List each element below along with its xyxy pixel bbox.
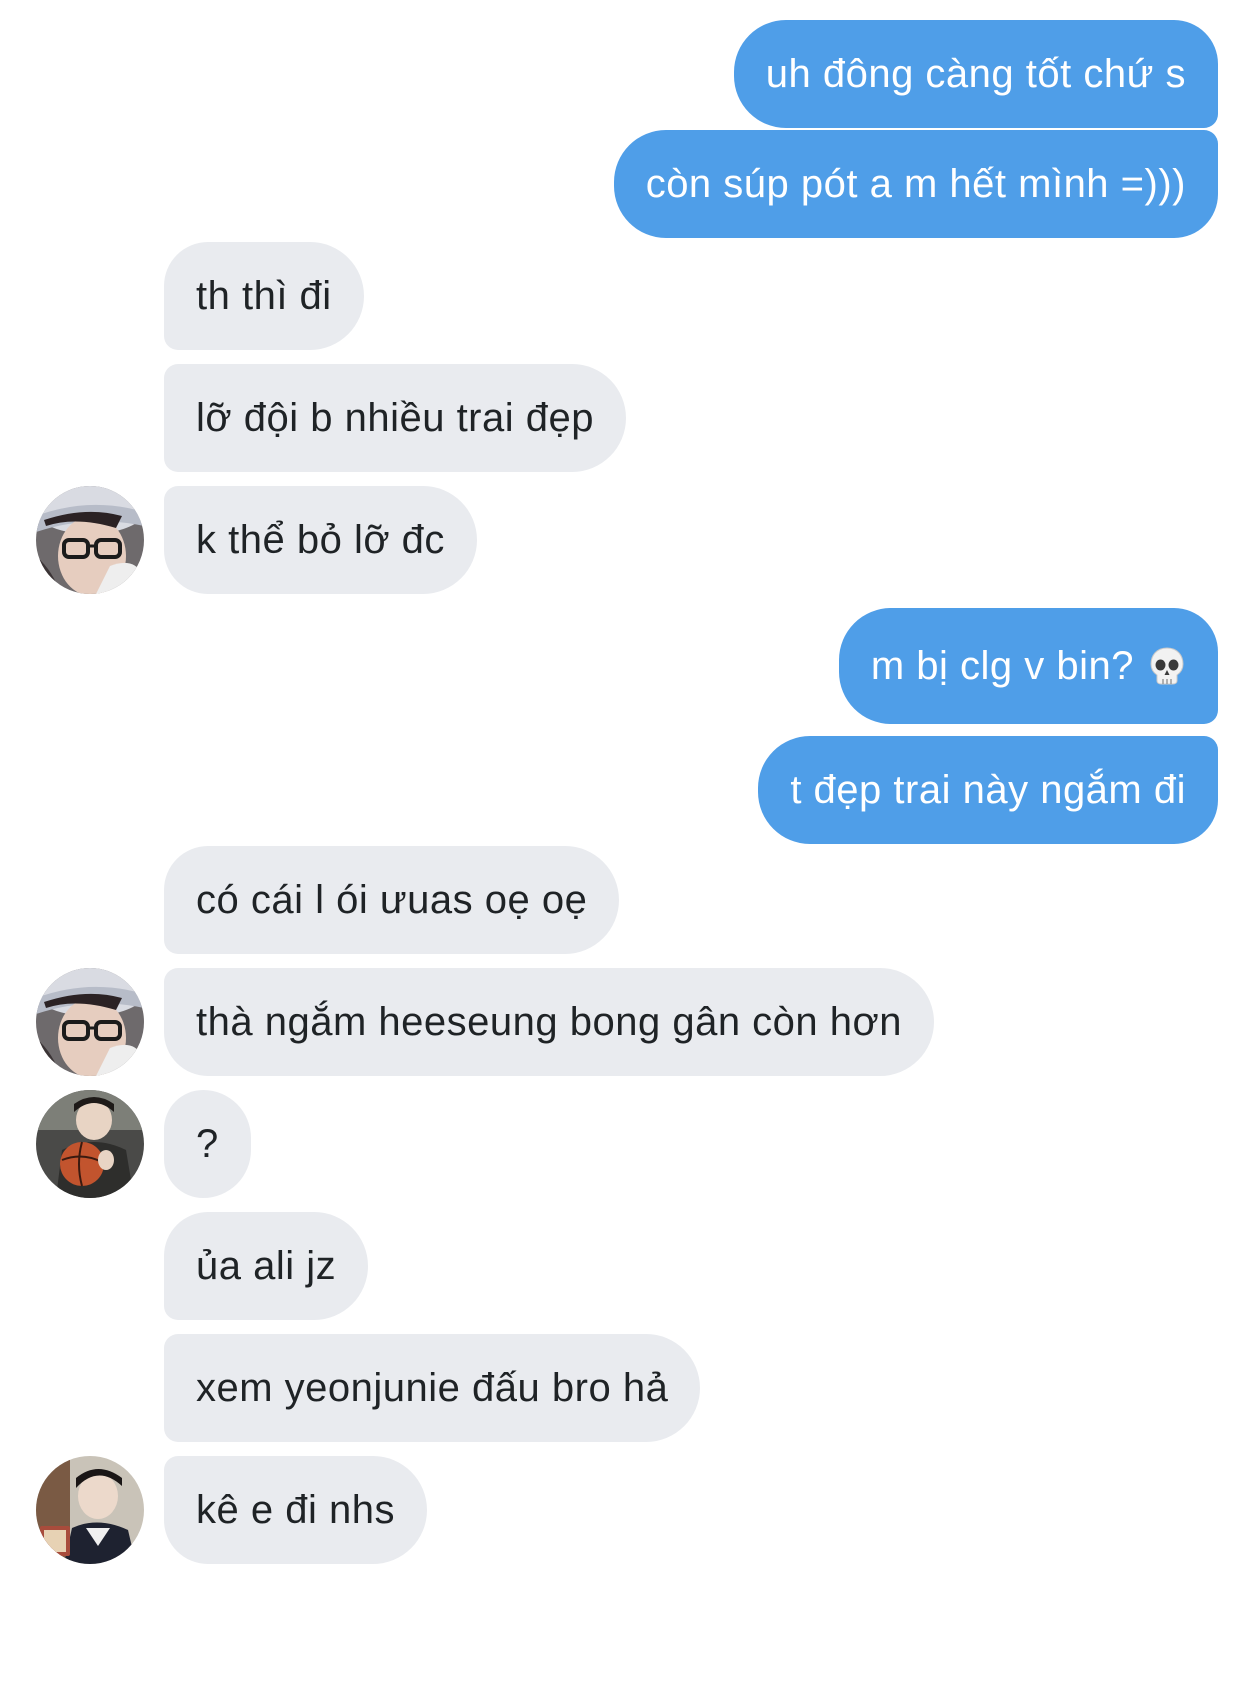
sent-message-bubble[interactable]: uh đông càng tốt chứ s bbox=[733, 20, 1218, 128]
received-message-bubble[interactable]: xem yeonjunie đấu bro hả bbox=[164, 1334, 701, 1442]
avatar-basketball[interactable] bbox=[36, 1090, 144, 1198]
message-text: thà ngắm heeseung bong gân còn hơn bbox=[196, 999, 903, 1044]
sent-message-bubble[interactable]: m bị clg v bin? bbox=[838, 608, 1218, 724]
message-text: k thể bỏ lỡ đc bbox=[196, 517, 445, 562]
received-message-bubble[interactable]: k thể bỏ lỡ đc bbox=[164, 486, 477, 594]
avatar-book[interactable] bbox=[36, 1456, 144, 1564]
message-text: có cái l ói ưuas oẹ oẹ bbox=[196, 877, 588, 922]
avatar-glasses-beanie[interactable] bbox=[36, 968, 144, 1076]
message-text: xem yeonjunie đấu bro hả bbox=[196, 1365, 669, 1410]
message-text: ? bbox=[196, 1121, 219, 1166]
received-message-bubble[interactable]: lỡ đội b nhiều trai đẹp bbox=[164, 364, 626, 472]
avatar-glasses-beanie[interactable] bbox=[36, 486, 144, 594]
received-message-bubble[interactable]: thà ngắm heeseung bong gân còn hơn bbox=[164, 968, 935, 1076]
received-message-bubble[interactable]: có cái l ói ưuas oẹ oẹ bbox=[164, 846, 620, 954]
message-text: ủa ali jz bbox=[196, 1243, 337, 1288]
message-text: còn súp pót a m hết mình =))) bbox=[645, 161, 1186, 206]
received-message-bubble[interactable]: kê e đi nhs bbox=[164, 1456, 427, 1564]
sent-message-bubble[interactable]: còn súp pót a m hết mình =))) bbox=[613, 130, 1218, 238]
message-text: th thì đi bbox=[196, 273, 332, 318]
received-message-bubble[interactable]: ủa ali jz bbox=[164, 1212, 369, 1320]
message-text: lỡ đội b nhiều trai đẹp bbox=[196, 395, 594, 440]
received-message-bubble[interactable]: ? bbox=[164, 1090, 251, 1198]
sent-message-bubble[interactable]: t đẹp trai này ngắm đi bbox=[758, 736, 1218, 844]
message-text: t đẹp trai này ngắm đi bbox=[790, 767, 1186, 812]
message-text: uh đông càng tốt chứ s bbox=[765, 51, 1186, 96]
received-message-bubble[interactable]: th thì đi bbox=[164, 242, 364, 350]
skull-emoji-icon bbox=[1150, 647, 1184, 685]
message-text: kê e đi nhs bbox=[196, 1487, 395, 1532]
message-text: m bị clg v bin? bbox=[870, 643, 1134, 688]
